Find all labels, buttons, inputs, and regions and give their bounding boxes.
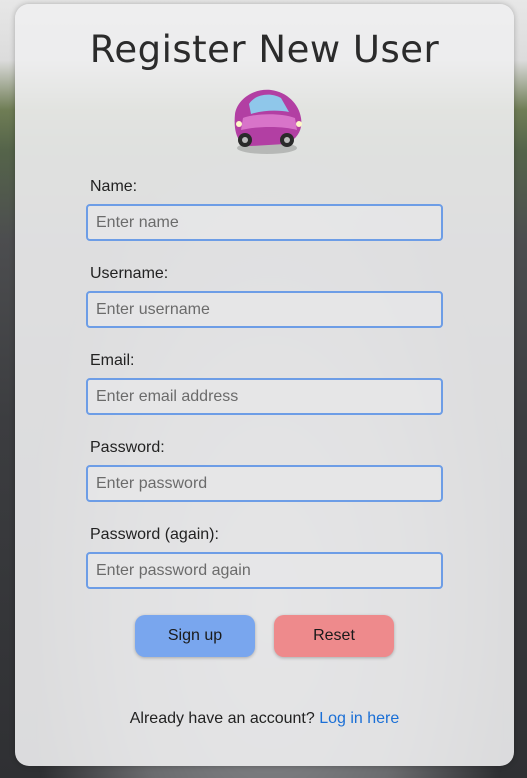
name-input[interactable] (86, 204, 443, 241)
password-again-input[interactable] (86, 552, 443, 589)
password-again-label: Password (again): (90, 526, 219, 543)
username-input[interactable] (86, 291, 443, 328)
username-label: Username: (90, 265, 169, 282)
name-label: Name: (90, 178, 138, 195)
car-icon (234, 89, 302, 154)
login-prompt-row: Already have an account? Log in here (15, 710, 514, 728)
page-title: Register New User (89, 28, 440, 71)
login-link[interactable]: Log in here (319, 710, 399, 727)
register-card: Register New User Name: Username: Email:… (15, 4, 514, 766)
signup-button[interactable]: Sign up (135, 615, 255, 657)
password-input[interactable] (86, 465, 443, 502)
email-input[interactable] (86, 378, 443, 415)
reset-button[interactable]: Reset (274, 615, 394, 657)
login-prompt-text: Already have an account? (129, 710, 315, 727)
password-label: Password: (90, 439, 165, 456)
email-label: Email: (90, 352, 135, 369)
